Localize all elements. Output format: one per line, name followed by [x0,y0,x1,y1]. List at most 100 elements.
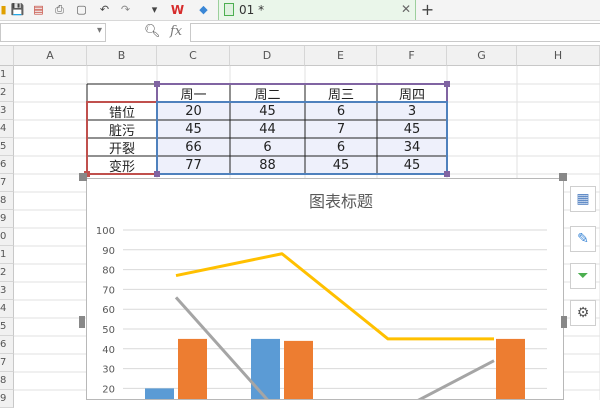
column-header[interactable]: C [157,46,230,66]
chart-filter-icon[interactable]: ⏷ [570,263,596,289]
bar-错位[interactable] [145,388,174,399]
redo-icon[interactable]: ↷ [118,2,133,17]
table-cell[interactable]: 88 [230,156,305,174]
sheet-file-icon [224,3,234,16]
chart-elements-icon[interactable]: ▦ [570,186,596,212]
column-header[interactable]: D [230,46,305,66]
table-cell[interactable]: 45 [230,102,305,120]
y-tick-label: 100 [96,226,115,237]
tab-title: 01 * [239,3,265,17]
resize-handle[interactable] [561,316,567,328]
wps-logo[interactable]: W [170,2,185,17]
print-icon[interactable]: ⎙ [52,2,67,17]
combo-chart[interactable]: 图表标题 20 30 40 50 60 70 80 90 100 [87,179,563,399]
resize-handle[interactable] [79,316,85,328]
row-header[interactable]: 4 [0,120,14,138]
quick-access-toolbar: ▮ 💾 ▤ ⎙ ▢ ↶ ↷ ▾ W ◆ 01 * ✕ + [0,0,600,21]
y-tick-label: 30 [102,365,115,376]
table-cell[interactable]: 45 [157,120,230,138]
row-header[interactable]: 7 [0,354,14,372]
row-header[interactable]: 8 [0,372,14,390]
row-header[interactable]: 7 [0,174,14,192]
chevron-down-icon[interactable]: ▾ [97,25,102,36]
bar-脏污[interactable] [496,338,525,399]
table-cell[interactable]: 77 [157,156,230,174]
undo-icon[interactable]: ↶ [97,2,112,17]
column-header[interactable]: B [87,46,157,66]
line-变形[interactable] [175,252,494,341]
save-icon[interactable]: 💾 [10,2,25,17]
bar-错位[interactable] [251,338,280,399]
cube-icon[interactable]: ◆ [196,2,211,17]
table-header-cell[interactable]: 周一 [157,84,230,103]
row-header[interactable]: 5 [0,318,14,336]
table-row-label[interactable]: 错位 [87,102,157,121]
table-cell[interactable]: 44 [230,120,305,138]
column-header[interactable]: E [305,46,377,66]
print-preview-icon[interactable]: ▢ [74,2,89,17]
row-header[interactable]: 6 [0,336,14,354]
column-header[interactable]: H [517,46,600,66]
row-header[interactable]: 1 [0,246,14,264]
fx-label[interactable]: fx [170,24,182,39]
column-header[interactable]: A [14,46,87,66]
formula-input[interactable] [190,23,600,42]
chart-style-icon[interactable]: ✎ [570,226,596,252]
row-header[interactable]: 2 [0,264,14,282]
y-tick-label: 20 [102,384,115,395]
column-header[interactable]: G [447,46,517,66]
y-tick-label: 90 [102,246,115,257]
document-tab[interactable]: 01 * ✕ [218,0,416,20]
y-tick-label: 40 [102,345,115,356]
spreadsheet-grid[interactable]: ABCDEFGH 1234567890123456789 周一 周二 周三 周四 错位 2… [0,46,600,408]
row-header[interactable]: 6 [0,156,14,174]
row-header[interactable]: 3 [0,102,14,120]
row-header[interactable]: 5 [0,138,14,156]
dropdown-icon[interactable]: ▾ [147,2,162,17]
row-header[interactable]: 8 [0,192,14,210]
new-tab-icon[interactable]: + [420,1,435,17]
table-cell[interactable]: 20 [157,102,230,120]
table-cell[interactable]: 34 [377,138,447,156]
table-cell[interactable]: 6 [305,102,377,120]
zoom-icon[interactable]: 🔍︎ [144,24,161,39]
row-header[interactable]: 4 [0,300,14,318]
table-cell[interactable]: 3 [377,102,447,120]
column-header[interactable]: F [377,46,447,66]
row-header[interactable]: 1 [0,66,14,84]
table-cell[interactable]: 66 [157,138,230,156]
table-cell[interactable]: 6 [230,138,305,156]
chart-object[interactable]: 图表标题 20 30 40 50 60 70 80 90 100 [86,178,564,400]
resize-handle[interactable] [79,173,87,181]
row-header[interactable]: 2 [0,84,14,102]
row-header[interactable]: 0 [0,228,14,246]
bar-脏污[interactable] [178,338,207,399]
y-tick-label: 60 [102,305,115,316]
select-all-corner[interactable] [0,46,14,66]
table-header-cell[interactable]: 周四 [377,84,447,103]
table-cell[interactable]: 45 [377,120,447,138]
table-cell[interactable]: 7 [305,120,377,138]
table-header-cell[interactable] [87,84,157,102]
table-row-label[interactable]: 脏污 [87,120,157,139]
name-box[interactable]: ▾ [0,23,106,42]
chart-settings-icon[interactable]: ⚙ [570,300,596,326]
row-header[interactable]: 9 [0,210,14,228]
y-tick-label: 80 [102,266,115,277]
table-header-cell[interactable]: 周二 [230,84,305,103]
table-cell[interactable]: 45 [377,156,447,174]
chart-title[interactable]: 图表标题 [309,192,373,211]
table-row-label[interactable]: 变形 [87,156,157,175]
row-header[interactable]: 3 [0,282,14,300]
close-icon[interactable]: ✕ [401,2,411,16]
row-header[interactable]: 9 [0,390,14,408]
bar-脏污[interactable] [284,340,313,399]
table-header-cell[interactable]: 周三 [305,84,377,103]
line-开裂[interactable] [174,296,495,399]
y-tick-label: 50 [102,325,115,336]
table-row-label[interactable]: 开裂 [87,138,157,157]
resize-handle[interactable] [559,173,567,181]
table-cell[interactable]: 6 [305,138,377,156]
table-cell[interactable]: 45 [305,156,377,174]
export-pdf-icon[interactable]: ▤ [31,2,46,17]
